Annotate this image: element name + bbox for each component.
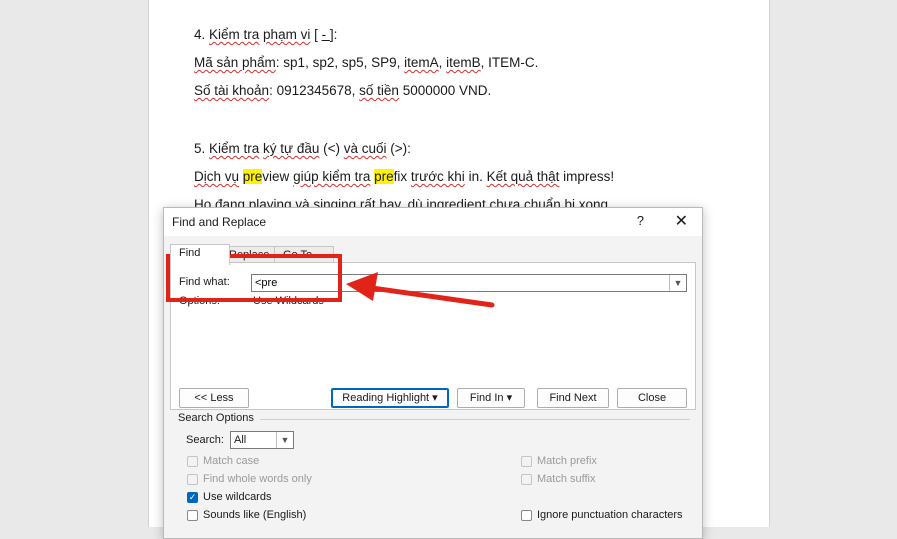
tab-find[interactable]: Find [170,244,230,265]
annotation-arrow-icon [346,272,495,308]
